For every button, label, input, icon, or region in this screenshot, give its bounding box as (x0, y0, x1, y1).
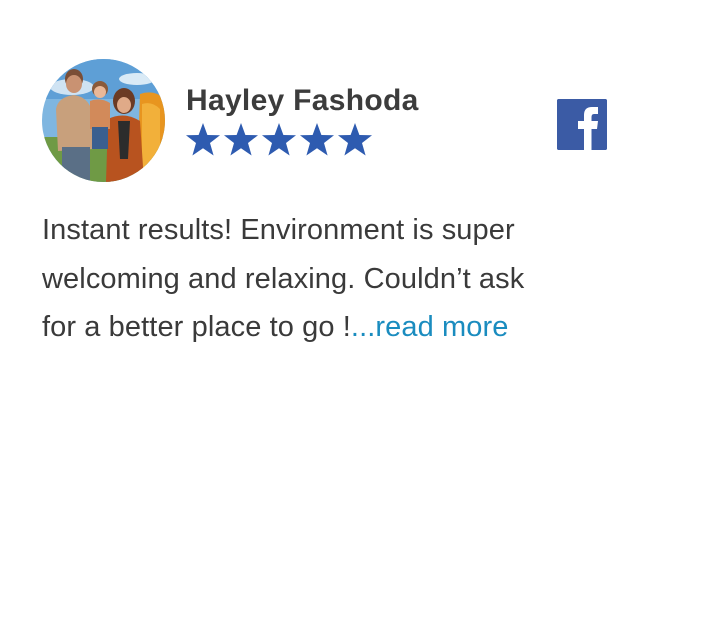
review-card: Hayley Fashoda Instant results! Environm… (0, 0, 703, 621)
star-icon (186, 123, 220, 156)
star-icon (262, 123, 296, 156)
review-text: Instant results! Environment is super we… (42, 206, 602, 352)
review-text-line: for a better place to go ! (42, 311, 351, 343)
star-icon (224, 123, 258, 156)
star-icon (300, 123, 334, 156)
reviewer-name: Hayley Fashoda (186, 84, 419, 117)
facebook-icon[interactable] (557, 99, 607, 150)
review-text-line: Instant results! Environment is super (42, 214, 515, 246)
avatar-photo (42, 59, 165, 182)
star-rating (184, 121, 374, 159)
star-icon (338, 123, 372, 156)
avatar (42, 59, 165, 182)
review-text-line: welcoming and relaxing. Couldn’t ask (42, 262, 525, 295)
read-more-link[interactable]: ...read more (351, 311, 509, 343)
